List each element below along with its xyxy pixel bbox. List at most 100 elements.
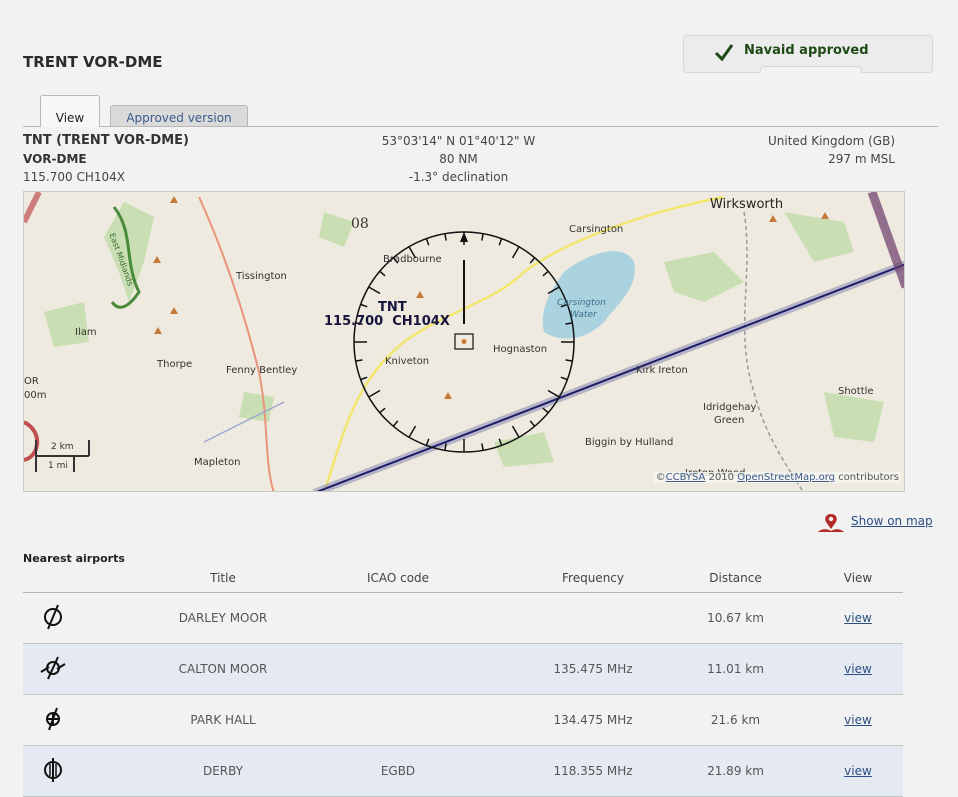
view-link[interactable]: view (823, 611, 893, 625)
airport-distance: 21.6 km (710, 713, 761, 727)
view-link[interactable]: view (823, 713, 893, 727)
airport-title: CALTON MOOR (178, 662, 268, 676)
airport-distance: 11.01 km (707, 662, 764, 676)
compass-tick (425, 438, 430, 446)
compass-tick (379, 407, 386, 414)
airfield-icon (35, 603, 71, 634)
compass-tick (368, 389, 381, 398)
col-frequency: Frequency (562, 571, 624, 585)
map-place-hognaston: Hognaston (493, 344, 548, 355)
map-place-wirksworth: Wirksworth (710, 197, 784, 212)
table-row: DERBY EGBD 118.355 MHz 21.89 km view (23, 746, 903, 797)
navaid-range: 80 NM (439, 152, 478, 166)
compass-tick (444, 233, 447, 241)
navaid-declination: -1.3° declination (408, 170, 509, 184)
map-place-shottle: Shottle (838, 386, 874, 397)
airport-icon (35, 756, 71, 787)
compass-tick (565, 359, 573, 362)
compass-tick (360, 303, 368, 308)
map-scale-bar: 2 km 1 mi (34, 438, 94, 474)
map-reservoir (542, 251, 635, 339)
page-title: TRENT VOR-DME (23, 53, 163, 71)
approval-text: Navaid approved (744, 43, 869, 58)
approval-banner: Navaid approved (683, 35, 933, 73)
table-row: PARK HALL 134.475 MHz 21.6 km view (23, 695, 903, 746)
col-view: View (843, 571, 873, 585)
map-scale-km: 2 km (51, 442, 74, 452)
airport-frequency: 135.475 MHz (553, 662, 633, 676)
map-edge-text-2: 00m (24, 390, 47, 401)
map-place-fenny-bentley: Fenny Bentley (226, 365, 298, 376)
map-road-a515 (198, 196, 275, 491)
map-place-carsington: Carsington (569, 224, 624, 235)
map-railway (743, 211, 804, 491)
compass-tick (560, 376, 568, 381)
map-pin-icon (816, 512, 846, 538)
compass-tick (368, 286, 381, 295)
nearest-airports-table: Title ICAO code Frequency Distance View … (23, 568, 903, 797)
map-place-tissington: Tissington (236, 271, 287, 282)
tab-divider (23, 126, 938, 127)
map-place-bradbourne: Bradbourne (383, 254, 442, 265)
compass-tick (481, 233, 484, 241)
map-reservoir-label-1: Carsington (557, 298, 606, 308)
compass-tick (425, 238, 430, 246)
navaid-country: United Kingdom (GB) (767, 134, 895, 148)
col-title: Title (210, 571, 236, 585)
airport-frequency: 118.355 MHz (553, 764, 633, 778)
checkmark-icon (714, 42, 734, 66)
airport-distance: 10.67 km (707, 611, 764, 625)
nearest-airports-title: Nearest airports (23, 552, 125, 565)
compass-tick (529, 420, 536, 427)
map-place-biggin-by-hulland: Biggin by Hulland (585, 437, 674, 448)
vor-compass-rose (353, 231, 575, 453)
tab-view[interactable]: View (40, 95, 100, 127)
col-icao: ICAO code (366, 571, 430, 585)
navaid-elevation: 297 m MSL (828, 152, 895, 166)
compass-tick (379, 270, 386, 277)
map-place-green: Green (714, 415, 745, 426)
attribution-osm-link[interactable]: OpenStreetMap.org (737, 472, 835, 483)
airport-distance: 21.89 km (707, 764, 764, 778)
airport-title: DERBY (202, 764, 244, 778)
banner-tab-stub (760, 66, 862, 73)
map-edge-band (24, 192, 42, 224)
compass-tick (498, 238, 503, 246)
compass-tick (392, 420, 399, 427)
navaid-coordinates: 53°03'14" N 01°40'12" W (381, 134, 536, 148)
compass-tick (542, 407, 549, 414)
airport-frequency: 134.475 MHz (553, 713, 633, 727)
col-distance: Distance (709, 571, 762, 585)
airport-title: DARLEY MOOR (178, 611, 268, 625)
navaid-map[interactable]: 08 TNT 115.700 CH104X Wirksworth Carsing… (23, 191, 905, 492)
compass-tick (481, 443, 484, 451)
navaid-frequency: 115.700 CH104X (23, 170, 125, 184)
compass-tick (529, 257, 536, 264)
map-reservoir-label-2: Water (570, 310, 597, 320)
airport-icao: EGBD (380, 764, 416, 778)
map-place-kniveton: Kniveton (385, 356, 430, 367)
compass-tick (360, 376, 368, 381)
view-link[interactable]: view (823, 662, 893, 676)
tab-approved-version[interactable]: Approved version (110, 105, 248, 127)
glider-site-icon (35, 654, 71, 685)
navaid-name: TNT (TRENT VOR-DME) (23, 133, 189, 148)
table-row: CALTON MOOR 135.475 MHz 11.01 km view (23, 644, 903, 695)
table-row: DARLEY MOOR 10.67 km view (23, 593, 903, 644)
map-navaid-ident: TNT (378, 300, 407, 315)
attribution-license-link[interactable]: CCBYSA (666, 472, 706, 483)
view-link[interactable]: view (823, 764, 893, 778)
airport-title: PARK HALL (190, 713, 256, 727)
map-canvas (24, 192, 904, 491)
table-header: Title ICAO code Frequency Distance View (23, 568, 903, 593)
map-attribution: ©CCBYSA 2010 OpenStreetMap.org contribut… (653, 472, 901, 483)
compass-tick (355, 359, 363, 362)
map-place-thorpe: Thorpe (157, 359, 193, 370)
map-place-kirk-ireton: Kirk Ireton (636, 365, 688, 376)
map-edge-text-1: OR (24, 376, 39, 387)
map-navaid-frequency: 115.700 CH104X (324, 314, 450, 329)
map-place-mapleton: Mapleton (194, 457, 241, 468)
map-place-idridgehay: Idridgehay (703, 402, 757, 413)
navaid-type: VOR-DME (23, 152, 87, 166)
map-place-ilam: Ilam (75, 327, 97, 338)
